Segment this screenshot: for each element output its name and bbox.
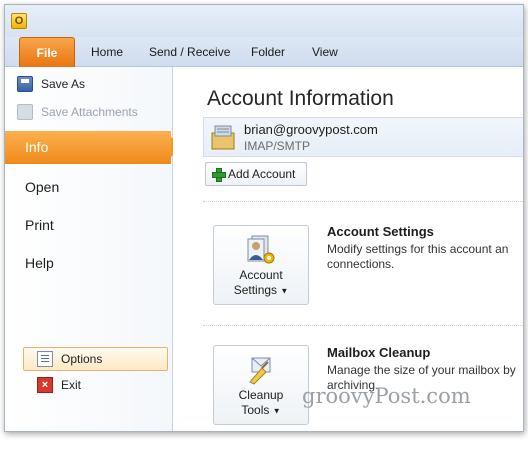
mailbox-cleanup-desc-1: Manage the size of your mailbox by [327,363,516,377]
account-settings-desc-2: connections. [327,257,395,271]
account-settings-line2: Settings [233,283,278,297]
account-settings-desc-1: Modify settings for this account an [327,242,509,256]
outlook-app-icon[interactable]: O [11,13,27,29]
account-settings-line1: Account [239,268,283,282]
add-account-label: Add Account [228,167,296,181]
options-command[interactable]: Options [37,348,102,370]
cleanup-tools-line1: Cleanup [238,388,284,402]
account-settings-button[interactable]: Account Settings ▼ [213,225,309,305]
account-type: IMAP/SMTP [244,139,311,153]
tab-folder[interactable]: Folder [251,45,285,59]
account-information-pane: Account Information brian@groovypost.com… [173,67,523,431]
nav-print[interactable]: Print [25,217,54,233]
cleanup-tools-button[interactable]: Cleanup Tools ▼ [213,345,309,425]
dropdown-arrow-icon: ▼ [272,406,281,416]
divider [203,201,523,202]
save-as-icon [17,76,33,92]
dropdown-arrow-icon: ▼ [280,286,289,296]
title-bar: O [5,5,523,37]
divider [203,325,523,326]
tab-view[interactable]: View [312,45,338,59]
exit-command[interactable]: × Exit [37,374,81,396]
mail-account-icon [211,125,235,150]
add-account-button[interactable]: Add Account [205,162,307,186]
save-attachments-command: Save Attachments [17,101,138,123]
tab-send-receive[interactable]: Send / Receive [149,45,230,59]
nav-info[interactable]: Info [5,131,181,164]
outlook-window: O File Home Send / Receive Folder View S… [4,4,524,432]
account-settings-icon [247,235,275,264]
options-icon [37,351,53,367]
save-attachments-label: Save Attachments [41,105,138,119]
add-plus-icon [212,168,226,182]
account-selector[interactable]: brian@groovypost.com IMAP/SMTP [203,117,523,157]
save-attachments-icon [17,104,33,120]
watermark: groovyPost.com [302,384,471,408]
page-title: Account Information [207,87,394,110]
exit-icon: × [37,377,53,393]
exit-label: Exit [61,378,82,392]
nav-open[interactable]: Open [25,179,59,195]
nav-help[interactable]: Help [25,255,54,271]
cleanup-tools-icon [249,357,271,385]
account-email: brian@groovypost.com [244,122,378,137]
tab-file[interactable]: File [19,37,75,67]
ribbon-tab-bar: File Home Send / Receive Folder View [5,37,523,67]
options-label: Options [61,352,103,366]
mailbox-cleanup-title: Mailbox Cleanup [327,345,431,360]
save-as-command[interactable]: Save As [17,73,85,95]
tab-home[interactable]: Home [91,45,123,59]
account-settings-title: Account Settings [327,224,434,239]
save-as-label: Save As [41,77,86,91]
backstage-nav: Save As Save Attachments Info Open Print… [5,67,181,431]
cleanup-tools-line2: Tools [241,403,270,417]
